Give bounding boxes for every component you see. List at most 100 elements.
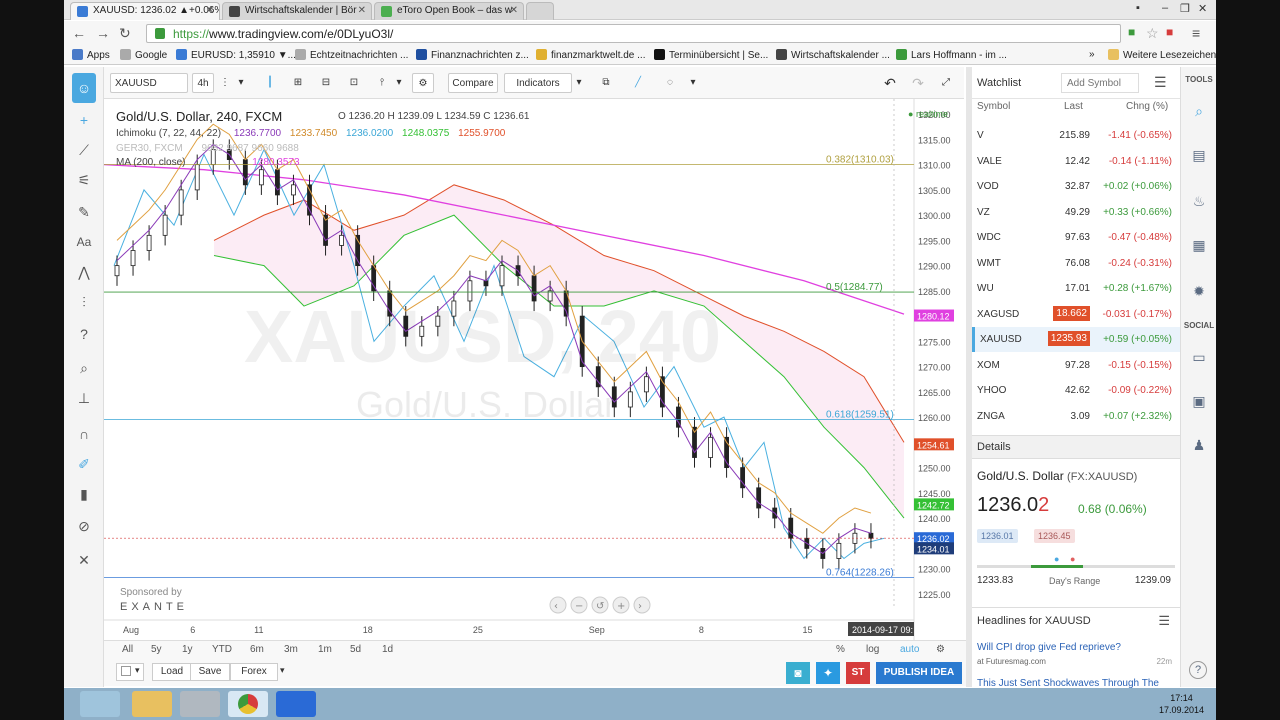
remove-icon[interactable]: ✕ (72, 549, 96, 571)
eye-icon[interactable]: ⊘ (72, 515, 96, 537)
text-icon[interactable]: Aa (72, 231, 96, 253)
close-icon[interactable]: ✕ (510, 5, 518, 16)
compare-button[interactable]: Compare (448, 73, 498, 93)
undo-icon[interactable]: ↶ (880, 73, 900, 93)
bookmark-finanznachrichten[interactable]: Finanznachrichten z... (416, 49, 529, 61)
auto-toggle[interactable]: auto (900, 644, 919, 655)
new-tab-button[interactable] (526, 2, 554, 20)
bookmarks-overflow[interactable]: » (1089, 49, 1095, 60)
pencil-icon[interactable]: ✐ (72, 453, 96, 475)
bookmark-wirtschaft[interactable]: Wirtschaftskalender ... (776, 49, 890, 61)
star-icon[interactable]: ☆ (1146, 25, 1159, 42)
browser-tab-wirtschaftskalender[interactable]: Wirtschaftskalender | Bör ✕ (222, 2, 372, 20)
range-1m[interactable]: 1m (318, 644, 332, 655)
close-icon[interactable]: ✕ (206, 5, 214, 16)
brush-icon[interactable]: ✎ (72, 201, 96, 223)
menu-icon[interactable]: ≡ (1192, 25, 1200, 41)
explorer-icon[interactable] (132, 691, 172, 717)
sponsor-logo[interactable]: EXANTE (120, 601, 188, 613)
app-icon[interactable] (180, 691, 220, 717)
bookmark-apps[interactable]: Apps (72, 49, 110, 61)
alert-icon[interactable]: ◌ (658, 73, 682, 93)
back-icon[interactable]: ← (72, 25, 86, 41)
watchlist-row[interactable]: XAGUSD 18.662 -0.031 (-0.17%) (972, 302, 1180, 327)
watchlist-row[interactable]: VOD 32.87 +0.02 (+0.06%) (972, 174, 1180, 199)
hotlist-icon[interactable]: ♨ (1189, 191, 1209, 211)
watchlist-row[interactable]: VZ 49.29 +0.33 (+0.66%) (972, 200, 1180, 225)
details-header[interactable]: Details (972, 435, 1180, 459)
stocktwits-button[interactable]: ST (846, 662, 870, 684)
bookmark-eurusd[interactable]: EURUSD: 1,35910 ▼... (176, 49, 296, 61)
list-icon[interactable]: ☰ (1154, 74, 1167, 91)
range-6m[interactable]: 6m (250, 644, 264, 655)
extension-icon[interactable]: ■ (1128, 25, 1135, 39)
camera-icon[interactable]: ◙ (786, 662, 810, 684)
candles-icon[interactable]: ┃ (260, 73, 280, 93)
line-chart-icon[interactable]: ⫯ (372, 73, 392, 93)
watchlist-select[interactable]: Forex (230, 663, 278, 681)
system-clock[interactable]: 17:14 17.09.2014 (1159, 692, 1204, 716)
log-toggle[interactable]: log (866, 644, 879, 655)
watchlist-row[interactable]: ZNGA 3.09 +0.07 (+2.32%) (972, 404, 1180, 429)
calendar-icon[interactable]: ▦ (1189, 235, 1209, 255)
watchlist-row[interactable]: VALE 12.42 -0.14 (-1.11%) (972, 149, 1180, 174)
redo-icon[interactable]: ↷ (908, 73, 928, 93)
settings-icon[interactable]: ⚙ (412, 73, 434, 93)
minimize-icon[interactable]: – (1162, 2, 1168, 14)
trendline-icon[interactable]: ⟋ (72, 139, 96, 161)
ideas-icon[interactable]: ✹ (1189, 281, 1209, 301)
private-chat-icon[interactable]: ▣ (1189, 391, 1209, 411)
smiley-icon[interactable]: ☺ (72, 73, 96, 103)
headline-item[interactable]: Will CPI drop give Fed reprieve? (977, 642, 1177, 653)
heikin-icon[interactable]: ⊡ (344, 73, 364, 93)
chevron-down-icon[interactable]: ▾ (280, 665, 285, 676)
news-icon[interactable]: ▤ (1189, 145, 1209, 165)
load-button[interactable]: Load (152, 663, 192, 681)
forward-icon[interactable]: → (96, 25, 110, 41)
col-last[interactable]: Last (1064, 101, 1083, 112)
list-icon[interactable]: ☰ (1158, 613, 1170, 629)
watchlist-row[interactable]: XOM 97.28 -0.15 (-0.15%) (972, 353, 1180, 378)
watchlist-row[interactable]: YHOO 42.62 -0.09 (-0.22%) (972, 378, 1180, 403)
bookmark-termin[interactable]: Terminübersicht | Se... (654, 49, 768, 61)
range-5d[interactable]: 5d (350, 644, 361, 655)
fib-icon[interactable]: ⚟ (72, 169, 96, 191)
crosshair-icon[interactable]: + (72, 109, 96, 131)
user-icon[interactable]: ▪ (1136, 2, 1140, 14)
watchlist-row[interactable]: WDC 97.63 -0.47 (-0.48%) (972, 225, 1180, 250)
range-all[interactable]: All (122, 644, 133, 655)
chevron-down-icon[interactable]: ▾ (236, 73, 246, 93)
help-icon[interactable]: ? (1189, 661, 1207, 679)
publish-idea-button[interactable]: PUBLISH IDEA (876, 662, 962, 684)
settings-icon[interactable]: ⚙ (936, 644, 945, 655)
fullscreen-icon[interactable]: ⤢ (936, 73, 956, 93)
forecast-icon[interactable]: ⫶ (72, 291, 96, 313)
more-icon[interactable]: ⋮ (220, 73, 230, 93)
chart-pane[interactable]: 1320.00 1315.00 1310.00 1305.00 1300.00 1295.… (104, 99, 966, 640)
save-button[interactable]: Save (190, 663, 230, 681)
hollow-candles-icon[interactable]: ⊟ (316, 73, 336, 93)
close-icon[interactable]: ✕ (358, 5, 366, 16)
maximize-icon[interactable]: ❐ (1180, 2, 1190, 15)
range-ytd[interactable]: YTD (212, 644, 232, 655)
add-symbol-input[interactable] (1061, 73, 1139, 93)
help-icon[interactable]: ? (72, 323, 96, 345)
chevron-down-icon[interactable]: ▾ (574, 73, 584, 93)
range-1d[interactable]: 1d (382, 644, 393, 655)
watchlist-row[interactable]: WU 17.01 +0.28 (+1.67%) (972, 276, 1180, 301)
pattern-icon[interactable]: ⋀ (72, 261, 96, 283)
watchlist-row[interactable]: WMT 76.08 -0.24 (-0.31%) (972, 251, 1180, 276)
lock-icon[interactable]: ▮ (72, 483, 96, 505)
watchlist-row[interactable]: XAUUSD 1235.93 +0.59 (+0.05%) (972, 327, 1180, 352)
adblock-icon[interactable]: ■ (1166, 25, 1173, 39)
chat-icon[interactable]: ▭ (1189, 347, 1209, 367)
window-close-icon[interactable]: ✕ (1198, 2, 1207, 15)
notifications-icon[interactable]: ♟ (1189, 435, 1209, 455)
col-symbol[interactable]: Symbol (977, 101, 1010, 112)
browser-tab-etoro[interactable]: eToro Open Book – das w ✕ (374, 2, 524, 20)
percent-toggle[interactable]: % (836, 644, 845, 655)
url-field[interactable]: https://www.tradingview.com/e/0DLyuO3l/ (146, 24, 1121, 43)
watchlist-row[interactable]: V 215.89 -1.41 (-0.65%) (972, 123, 1180, 148)
range-1y[interactable]: 1y (182, 644, 193, 655)
chevron-down-icon[interactable]: ▾ (688, 73, 698, 93)
